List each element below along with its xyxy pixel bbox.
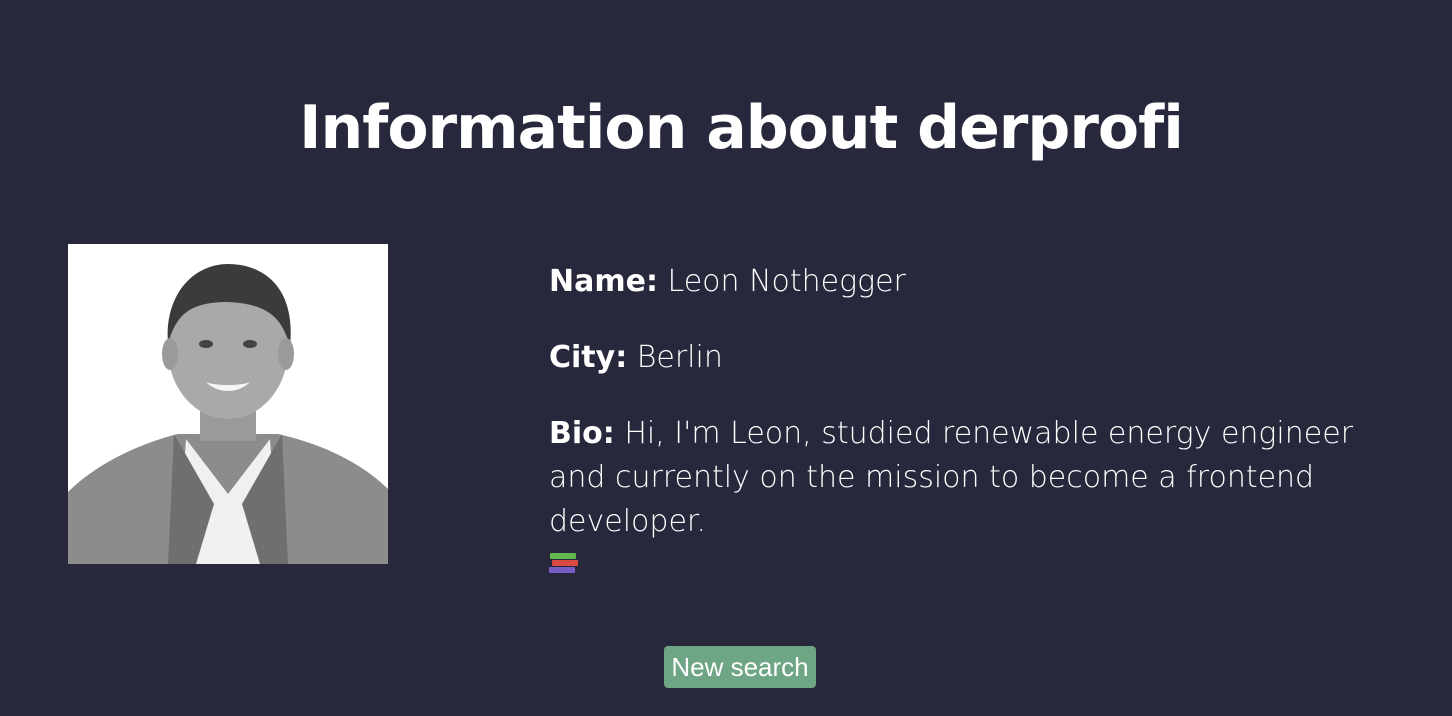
bio-value: Hi, I'm Leon, studied renewable energy e… xyxy=(549,416,1354,539)
city-row: City: Berlin xyxy=(549,336,1399,380)
books-icon xyxy=(549,551,578,577)
profile-info: Name: Leon Nothegger City: Berlin Bio: H… xyxy=(549,260,1399,588)
bio-label: Bio: xyxy=(549,416,615,451)
page-title: Information about derprofi xyxy=(299,93,1184,163)
city-value: Berlin xyxy=(636,340,723,375)
name-label: Name: xyxy=(549,264,658,299)
city-label: City: xyxy=(549,340,628,375)
new-search-button[interactable]: New search xyxy=(664,646,816,688)
avatar xyxy=(68,244,388,564)
bio-row: Bio: Hi, I'm Leon, studied renewable ene… xyxy=(549,412,1379,588)
name-row: Name: Leon Nothegger xyxy=(549,260,1399,304)
name-value: Leon Nothegger xyxy=(667,264,906,299)
